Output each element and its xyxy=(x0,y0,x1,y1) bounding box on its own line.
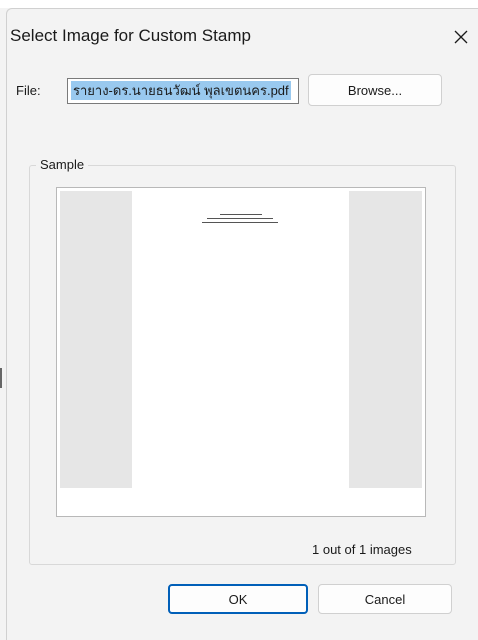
file-path-selected-text: รายาง-ดร.นายธนวัฒน์ พุลเขตนคร.pdf xyxy=(71,81,291,100)
sample-group-label: Sample xyxy=(36,157,89,172)
close-button[interactable] xyxy=(449,25,473,49)
preview-text-line xyxy=(207,218,273,219)
close-icon xyxy=(454,30,468,44)
background-window-edge xyxy=(0,368,2,388)
preview-area xyxy=(60,191,422,488)
image-counter: 1 out of 1 images xyxy=(312,542,412,557)
dialog-title: Select Image for Custom Stamp xyxy=(10,26,251,45)
title-bar[interactable]: Select Image for Custom Stamp xyxy=(7,9,478,57)
ok-button[interactable]: OK xyxy=(168,584,308,614)
file-label: File: xyxy=(16,83,41,98)
preview-page-thumbnail xyxy=(132,191,349,488)
preview-text-line xyxy=(220,214,262,215)
browse-button[interactable]: Browse... xyxy=(308,74,442,106)
file-path-input[interactable]: รายาง-ดร.นายธนวัฒน์ พุลเขตนคร.pdf xyxy=(67,78,299,104)
background-window-strip xyxy=(0,0,478,8)
preview-text-line xyxy=(202,222,278,223)
cancel-button[interactable]: Cancel xyxy=(318,584,452,614)
sample-preview xyxy=(56,187,426,517)
